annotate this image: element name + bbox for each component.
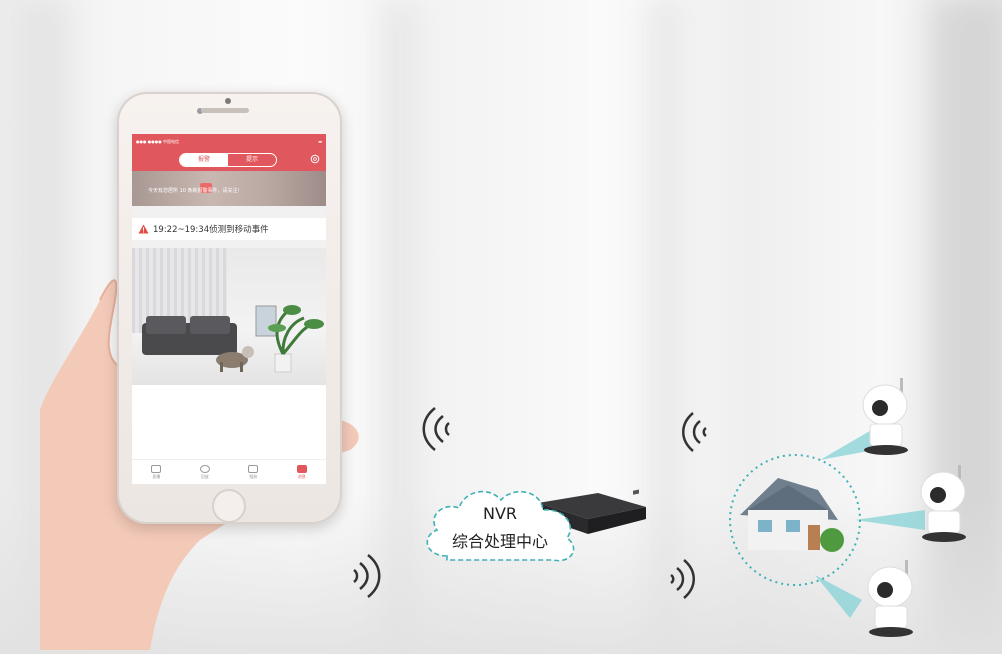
album-icon	[248, 464, 259, 473]
battery-icon: ▬	[318, 139, 322, 144]
tab-tips[interactable]: 提示	[228, 154, 276, 166]
status-bar: ●●● ●●●● 中国电信 ▬	[132, 134, 326, 149]
event-snapshot-image[interactable]	[132, 248, 326, 385]
bottom-tab-bar: 直播 回放 相册 消息	[132, 459, 326, 484]
video-icon	[151, 464, 162, 473]
tab-album[interactable]: 相册	[229, 460, 278, 484]
tab-messages[interactable]: 消息	[278, 460, 327, 484]
room-scene	[142, 305, 324, 373]
security-camera-icon	[867, 560, 913, 637]
home-button[interactable]	[212, 489, 246, 523]
tab-live[interactable]: 直播	[132, 460, 181, 484]
banner-text: 今天有您居所 10 条新报警事件，请关注！	[148, 188, 243, 194]
settings-gear-icon[interactable]	[310, 154, 320, 164]
alert-event-row[interactable]: 19:22~19:34侦测到移动事件	[132, 218, 326, 240]
home-camera-network	[729, 378, 966, 637]
front-camera	[225, 98, 231, 104]
security-camera-icon	[920, 465, 966, 542]
playback-icon	[199, 464, 210, 473]
wifi-signal-icon	[422, 407, 450, 451]
tab-label: 回放	[200, 473, 209, 479]
top-nav: 报警 提示	[132, 149, 326, 171]
tab-label: 相册	[249, 473, 258, 479]
tab-label: 消息	[297, 473, 306, 479]
cloud-title: NVR	[482, 504, 518, 523]
warning-icon	[138, 224, 149, 234]
message-icon	[296, 464, 307, 473]
status-carrier: ●●● ●●●● 中国电信	[136, 138, 179, 144]
tab-label: 直播	[152, 473, 161, 479]
tab-alarm[interactable]: 报警	[180, 154, 228, 166]
cloud-subtitle: 综合处理中心	[451, 532, 548, 551]
wifi-signal-icon	[353, 554, 381, 598]
smartphone: ●●● ●●●● 中国电信 ▬ 报警 提示 今天有您居所 10 条新报警事件，请…	[117, 92, 342, 524]
segmented-control: 报警 提示	[179, 153, 277, 167]
cloud-shape	[426, 490, 575, 562]
alert-event-text: 19:22~19:34侦测到移动事件	[153, 225, 269, 235]
alert-banner[interactable]: 今天有您居所 10 条新报警事件，请关注！	[132, 171, 326, 206]
tab-playback[interactable]: 回放	[181, 460, 230, 484]
house-icon	[740, 478, 844, 552]
divider	[132, 206, 326, 218]
divider	[132, 240, 326, 248]
security-camera-icon	[862, 378, 908, 455]
earpiece-speaker	[201, 108, 249, 113]
phone-screen: ●●● ●●●● 中国电信 ▬ 报警 提示 今天有您居所 10 条新报警事件，请…	[132, 134, 326, 484]
